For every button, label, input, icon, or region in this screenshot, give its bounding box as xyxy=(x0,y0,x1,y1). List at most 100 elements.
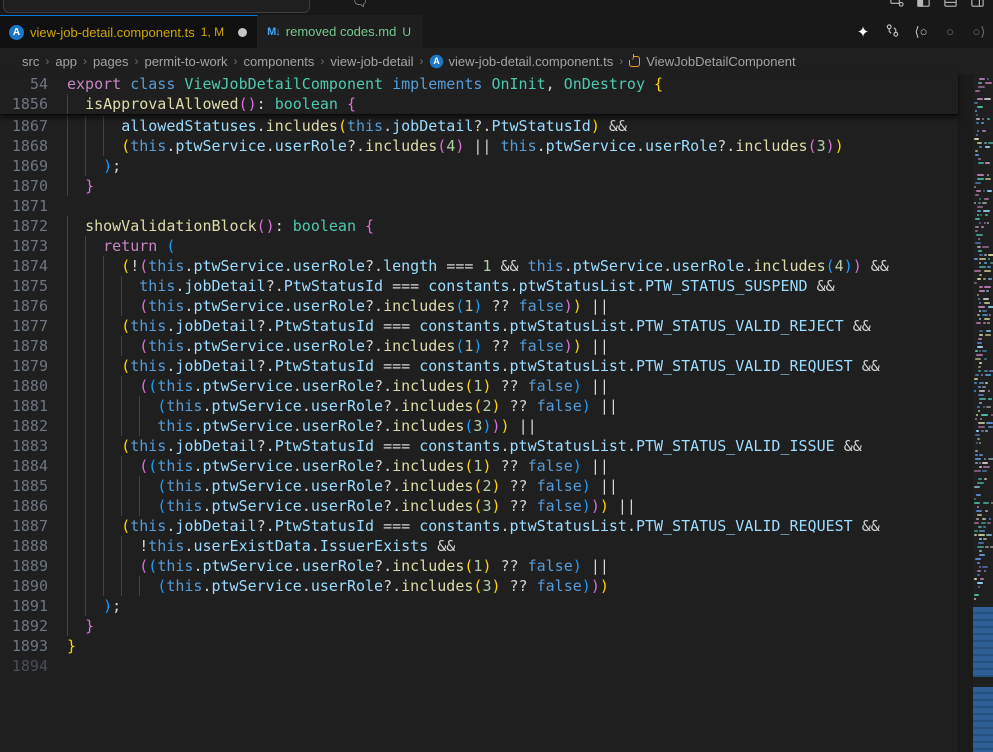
command-center-search[interactable] xyxy=(3,0,310,13)
breadcrumb-separator: › xyxy=(232,54,240,68)
breadcrumb-item-view-job-detail[interactable]: view-job-detail xyxy=(330,54,413,69)
line-content[interactable]: allowedStatuses.includes(this.jobDetail?… xyxy=(67,116,627,136)
line-number: 1856 xyxy=(0,94,48,114)
line-content[interactable]: ((this.ptwService.userRole?.includes(1) … xyxy=(67,456,609,476)
line-number: 1868 xyxy=(0,136,48,156)
code-line-1881[interactable]: 1881 (this.ptwService.userRole?.includes… xyxy=(0,396,958,416)
line-content[interactable]: (this.jobDetail?.PtwStatusId === constan… xyxy=(67,516,880,536)
code-line-1875[interactable]: 1875 this.jobDetail?.PtwStatusId === con… xyxy=(0,276,958,296)
line-number: 1879 xyxy=(0,356,48,376)
feedback-icon[interactable]: 🗨 xyxy=(352,0,369,10)
line-number: 1893 xyxy=(0,636,48,656)
code-line-1890[interactable]: 1890 (this.ptwService.userRole?.includes… xyxy=(0,576,958,596)
angular-component-icon: A xyxy=(430,54,444,68)
toggle-secondary-sidebar-icon[interactable] xyxy=(970,0,985,8)
toggle-primary-sidebar-icon[interactable] xyxy=(916,0,931,8)
line-content[interactable]: this.ptwService.userRole?.includes(3))) … xyxy=(67,416,537,436)
editor-scrollbar[interactable] xyxy=(958,74,973,752)
code-line-1891[interactable]: 1891 ); xyxy=(0,596,958,616)
line-number: 1888 xyxy=(0,536,48,556)
breadcrumb-item-components[interactable]: components xyxy=(244,54,315,69)
code-line-1872[interactable]: 1872 showValidationBlock(): boolean { xyxy=(0,216,958,236)
next-change-icon[interactable]: ○⟩ xyxy=(971,24,987,40)
line-number: 1883 xyxy=(0,436,48,456)
code-line-1894[interactable]: 1894 xyxy=(0,656,958,676)
code-line-1876[interactable]: 1876 (this.ptwService.userRole?.includes… xyxy=(0,296,958,316)
code-line-1882[interactable]: 1882 this.ptwService.userRole?.includes(… xyxy=(0,416,958,436)
line-content[interactable]: !this.userExistData.IssuerExists && xyxy=(67,536,455,556)
code-line-1874[interactable]: 1874 (!(this.ptwService.userRole?.length… xyxy=(0,256,958,276)
line-content[interactable]: ); xyxy=(67,596,121,616)
breadcrumb-separator: › xyxy=(617,54,625,68)
tab-view-job-detail-component[interactable]: A view-job-detail.component.ts 1, M xyxy=(0,15,258,48)
line-content[interactable]: return ( xyxy=(67,236,175,256)
minimap-highlight-block xyxy=(973,687,993,752)
line-content[interactable]: (this.ptwService.userRole?.includes(3) ?… xyxy=(67,496,636,516)
unsaved-dot-icon[interactable] xyxy=(238,28,247,37)
line-content[interactable]: (this.jobDetail?.PtwStatusId === constan… xyxy=(67,356,880,376)
code-line-1867[interactable]: 1867 allowedStatuses.includes(this.jobDe… xyxy=(0,116,958,136)
code-line-1869[interactable]: 1869 ); xyxy=(0,156,958,176)
line-content[interactable]: (this.ptwService.userRole?.includes(2) ?… xyxy=(67,476,618,496)
breadcrumb-file[interactable]: view-job-detail.component.ts xyxy=(448,54,613,69)
code-line-1870[interactable]: 1870 } xyxy=(0,176,958,196)
code-line-1879[interactable]: 1879 (this.jobDetail?.PtwStatusId === co… xyxy=(0,356,958,376)
line-content[interactable]: (this.ptwService.userRole?.includes(3) ?… xyxy=(67,576,609,596)
line-content[interactable]: (this.jobDetail?.PtwStatusId === constan… xyxy=(67,316,871,336)
line-content[interactable]: export class ViewJobDetailComponent impl… xyxy=(67,74,663,94)
line-content[interactable]: (this.ptwService.userRole?.includes(2) ?… xyxy=(67,396,618,416)
code-line-54[interactable]: 54export class ViewJobDetailComponent im… xyxy=(0,74,958,94)
code-line-1871[interactable]: 1871 xyxy=(0,196,958,216)
open-changes-icon[interactable]: ⟨○ xyxy=(913,24,929,40)
code-line-1880[interactable]: 1880 ((this.ptwService.userRole?.include… xyxy=(0,376,958,396)
breadcrumb-item-pages[interactable]: pages xyxy=(93,54,128,69)
code-line-1892[interactable]: 1892 } xyxy=(0,616,958,636)
code-line-1883[interactable]: 1883 (this.jobDetail?.PtwStatusId === co… xyxy=(0,436,958,456)
line-content[interactable]: (!(this.ptwService.userRole?.length === … xyxy=(67,256,889,276)
code-pane[interactable]: 54export class ViewJobDetailComponent im… xyxy=(0,74,958,752)
line-content[interactable]: isApprovalAllowed(): boolean { xyxy=(67,94,356,114)
code-line-1884[interactable]: 1884 ((this.ptwService.userRole?.include… xyxy=(0,456,958,476)
line-content[interactable]: } xyxy=(67,636,76,656)
code-line-1873[interactable]: 1873 return ( xyxy=(0,236,958,256)
line-content[interactable]: (this.jobDetail?.PtwStatusId === constan… xyxy=(67,436,862,456)
line-content[interactable]: (this.ptwService.userRole?.includes(1) ?… xyxy=(67,336,609,356)
sticky-scroll[interactable]: 54export class ViewJobDetailComponent im… xyxy=(0,74,958,115)
breadcrumb-item-app[interactable]: app xyxy=(55,54,77,69)
tab-label: view-job-detail.component.ts xyxy=(30,25,195,40)
code-line-1878[interactable]: 1878 (this.ptwService.userRole?.includes… xyxy=(0,336,958,356)
line-content[interactable]: } xyxy=(67,176,94,196)
breadcrumb-item-permit-to-work[interactable]: permit-to-work xyxy=(144,54,227,69)
line-content[interactable]: ((this.ptwService.userRole?.includes(1) … xyxy=(67,556,609,576)
line-content[interactable]: showValidationBlock(): boolean { xyxy=(67,216,374,236)
line-content[interactable]: (this.ptwService.userRole?.includes(4) |… xyxy=(67,136,844,156)
code-line-1868[interactable]: 1868 (this.ptwService.userRole?.includes… xyxy=(0,136,958,156)
line-number: 1890 xyxy=(0,576,48,596)
minimap[interactable] xyxy=(973,74,993,752)
code-line-1887[interactable]: 1887 (this.jobDetail?.PtwStatusId === co… xyxy=(0,516,958,536)
line-content[interactable]: ((this.ptwService.userRole?.includes(1) … xyxy=(67,376,609,396)
line-content[interactable]: (this.ptwService.userRole?.includes(1) ?… xyxy=(67,296,609,316)
previous-change-icon[interactable]: ○ xyxy=(942,24,958,39)
code-line-1889[interactable]: 1889 ((this.ptwService.userRole?.include… xyxy=(0,556,958,576)
breadcrumb-symbol[interactable]: ViewJobDetailComponent xyxy=(646,54,795,69)
line-number: 1884 xyxy=(0,456,48,476)
code-line-1888[interactable]: 1888 !this.userExistData.IssuerExists && xyxy=(0,536,958,556)
code-line-1877[interactable]: 1877 (this.jobDetail?.PtwStatusId === co… xyxy=(0,316,958,336)
code-line-1885[interactable]: 1885 (this.ptwService.userRole?.includes… xyxy=(0,476,958,496)
source-control-graph-icon[interactable] xyxy=(884,23,900,41)
tab-removed-codes[interactable]: M↓ removed codes.md U xyxy=(258,15,422,48)
code-line-1886[interactable]: 1886 (this.ptwService.userRole?.includes… xyxy=(0,496,958,516)
line-content[interactable]: this.jobDetail?.PtwStatusId === constant… xyxy=(67,276,835,296)
code-line-1893[interactable]: 1893} xyxy=(0,636,958,656)
editor: 54export class ViewJobDetailComponent im… xyxy=(0,74,993,752)
tab-bar: A view-job-detail.component.ts 1, M M↓ r… xyxy=(0,15,993,48)
line-content[interactable]: ); xyxy=(67,156,121,176)
line-number: 1869 xyxy=(0,156,48,176)
breadcrumb-item-src[interactable]: src xyxy=(22,54,39,69)
code-line-1856[interactable]: 1856 isApprovalAllowed(): boolean { xyxy=(0,94,958,114)
customize-layout-icon[interactable] xyxy=(889,0,904,8)
copilot-sparkle-icon[interactable]: ✦ xyxy=(855,23,871,41)
line-content[interactable]: } xyxy=(67,616,94,636)
toggle-panel-icon[interactable] xyxy=(943,0,958,8)
